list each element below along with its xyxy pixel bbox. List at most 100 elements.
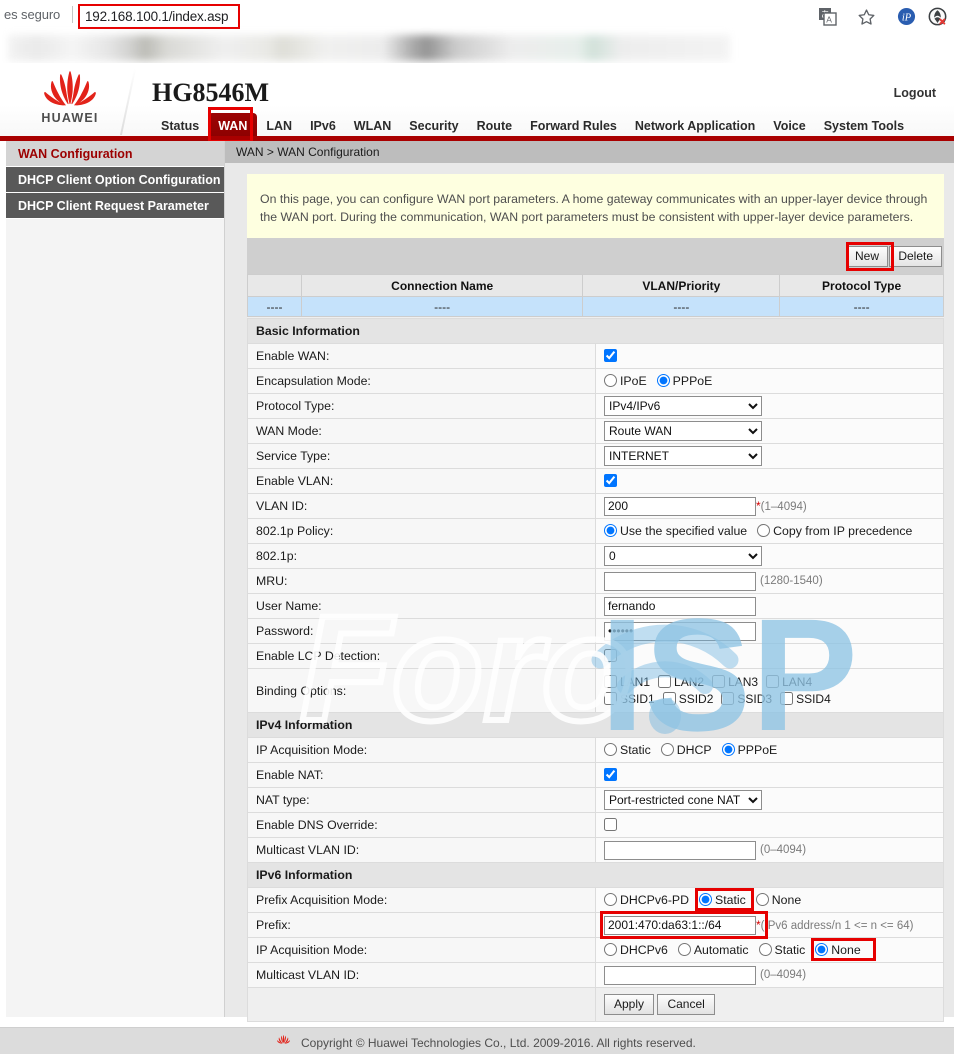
protocol-type-select[interactable]: IPv4/IPv6 — [604, 396, 762, 416]
ipv6-static-label: Static — [775, 943, 806, 957]
row-prefix: Prefix: *(IPv6 address/n 1 <= n <= 64) — [248, 913, 944, 938]
sidebar-item-1[interactable]: DHCP Client Option Configuration — [6, 167, 224, 193]
binding-lan1-checkbox[interactable] — [604, 675, 617, 688]
encap-ipoe-radio[interactable] — [604, 374, 617, 387]
binding-lan3-checkbox[interactable] — [712, 675, 725, 688]
value-password — [596, 619, 944, 644]
radio-ipv6-dhcpv6[interactable]: DHCPv6 — [604, 943, 668, 957]
row-vlan-id: VLAN ID: *(1–4094) — [248, 494, 944, 519]
radio-dot1p-specified[interactable]: Use the specified value — [604, 524, 747, 538]
row-encapsulation-mode: Encapsulation Mode: IPoEPPPoE — [248, 369, 944, 394]
dot1p-select[interactable]: 0 — [604, 546, 762, 566]
section-basic-row: Basic Information — [248, 319, 944, 344]
enable-nat-checkbox[interactable] — [604, 768, 617, 781]
radio-ipv6-static[interactable]: Static — [759, 943, 806, 957]
service-type-select[interactable]: INTERNET — [604, 446, 762, 466]
apply-button[interactable]: Apply — [604, 994, 654, 1015]
cancel-button[interactable]: Cancel — [657, 994, 714, 1015]
form-buttons-spacer — [248, 988, 596, 1022]
label-password: Password: — [248, 619, 596, 644]
radio-ipv4-pppoe[interactable]: PPPoE — [722, 743, 778, 757]
binding-ssid4[interactable]: SSID4 — [780, 692, 831, 706]
binding-lan4-checkbox[interactable] — [766, 675, 779, 688]
ipv6-dhcpv6-radio[interactable] — [604, 943, 617, 956]
radio-dot1p-copy[interactable]: Copy from IP precedence — [757, 524, 912, 538]
ipv4-static-radio[interactable] — [604, 743, 617, 756]
binding-ssid3-label: SSID3 — [737, 692, 772, 706]
radio-prefix-dhcpv6pd[interactable]: DHCPv6-PD — [604, 893, 689, 907]
radio-ipv4-dhcp[interactable]: DHCP — [661, 743, 712, 757]
section-ipv4-heading: IPv4 Information — [248, 713, 944, 738]
radio-ipv4-static[interactable]: Static — [604, 743, 651, 757]
sidebar-item-0[interactable]: WAN Configuration — [6, 141, 224, 167]
table-row[interactable]: ---------------- — [248, 297, 944, 317]
value-prefix: *(IPv6 address/n 1 <= n <= 64) — [596, 913, 944, 938]
delete-button[interactable]: Delete — [889, 246, 942, 267]
prefix-input[interactable] — [604, 916, 756, 935]
radio-ipv6-none[interactable]: None — [815, 943, 860, 957]
binding-ssid2[interactable]: SSID2 — [663, 692, 714, 706]
mru-hint: (1280-1540) — [760, 575, 823, 587]
binding-lan3[interactable]: LAN3 — [712, 675, 758, 689]
dot1p-copy-radio[interactable] — [757, 524, 770, 537]
mru-input[interactable] — [604, 572, 756, 591]
prefix-none-label: None — [772, 893, 801, 907]
binding-lan4-label: LAN4 — [782, 675, 812, 689]
radio-encap-ipoe[interactable]: IPoE — [604, 374, 647, 388]
ipv4-multicast-vlan-input[interactable] — [604, 841, 756, 860]
dot1p-specified-radio[interactable] — [604, 524, 617, 537]
binding-ssid2-checkbox[interactable] — [663, 692, 676, 705]
ipv4-pppoe-radio[interactable] — [722, 743, 735, 756]
binding-lan3-label: LAN3 — [728, 675, 758, 689]
wan-mode-select[interactable]: Route WAN — [604, 421, 762, 441]
ip-extension-icon[interactable]: iP — [897, 7, 916, 31]
prefix-dhcpv6pd-radio[interactable] — [604, 893, 617, 906]
url-text[interactable]: 192.168.100.1/index.asp — [85, 9, 228, 24]
new-button[interactable]: New — [846, 246, 888, 267]
radio-prefix-static[interactable]: Static — [699, 893, 746, 907]
enable-vlan-checkbox[interactable] — [604, 474, 617, 487]
password-input[interactable] — [604, 622, 756, 641]
shield-blocked-extension-icon[interactable] — [928, 7, 947, 31]
ipv6-static-radio[interactable] — [759, 943, 772, 956]
bookmark-star-icon[interactable] — [857, 8, 876, 32]
prefix-none-radio[interactable] — [756, 893, 769, 906]
ipv6-multicast-vlan-input[interactable] — [604, 966, 756, 985]
ipv6-none-radio[interactable] — [815, 943, 828, 956]
prefix-static-radio[interactable] — [699, 893, 712, 906]
binding-lan2-checkbox[interactable] — [658, 675, 671, 688]
label-dot1p-policy: 802.1p Policy: — [248, 519, 596, 544]
enable-lcp-checkbox[interactable] — [604, 649, 617, 662]
encap-pppoe-radio[interactable] — [657, 374, 670, 387]
binding-ssid1[interactable]: SSID1 — [604, 692, 655, 706]
value-protocol-type: IPv4/IPv6 — [596, 394, 944, 419]
prefix-dhcpv6pd-label: DHCPv6-PD — [620, 893, 689, 907]
row-nat-type: NAT type: Port-restricted cone NAT — [248, 788, 944, 813]
binding-lan1[interactable]: LAN1 — [604, 675, 650, 689]
binding-ssid-row: SSID1 SSID2 SSID3 SSID4 — [604, 692, 943, 706]
binding-ssid3[interactable]: SSID3 — [721, 692, 772, 706]
nat-type-select[interactable]: Port-restricted cone NAT — [604, 790, 762, 810]
ipv6-automatic-radio[interactable] — [678, 943, 691, 956]
binding-ssid3-checkbox[interactable] — [721, 692, 734, 705]
binding-lan2[interactable]: LAN2 — [658, 675, 704, 689]
enable-dns-override-checkbox[interactable] — [604, 818, 617, 831]
prefix-hint: (IPv6 address/n 1 <= n <= 64) — [761, 919, 914, 931]
value-encapsulation-mode: IPoE PPPoE — [596, 369, 944, 394]
table-toolbar: New Delete — [247, 238, 944, 274]
enable-wan-checkbox[interactable] — [604, 349, 617, 362]
radio-prefix-none[interactable]: None — [756, 893, 801, 907]
sidebar-item-2[interactable]: DHCP Client Request Parameter — [6, 193, 224, 219]
translate-icon[interactable]: あ A — [818, 7, 837, 31]
radio-ipv6-automatic[interactable]: Automatic — [678, 943, 749, 957]
binding-ssid4-checkbox[interactable] — [780, 692, 793, 705]
radio-encap-pppoe[interactable]: PPPoE — [657, 374, 713, 388]
vlan-id-input[interactable] — [604, 497, 756, 516]
logout-button[interactable]: Logout — [894, 86, 936, 100]
user-name-input[interactable] — [604, 597, 756, 616]
ipv4-dhcp-radio[interactable] — [661, 743, 674, 756]
bookmarks-bar[interactable] — [0, 33, 954, 63]
row-enable-nat: Enable NAT: — [248, 763, 944, 788]
binding-ssid1-checkbox[interactable] — [604, 692, 617, 705]
binding-lan4[interactable]: LAN4 — [766, 675, 812, 689]
